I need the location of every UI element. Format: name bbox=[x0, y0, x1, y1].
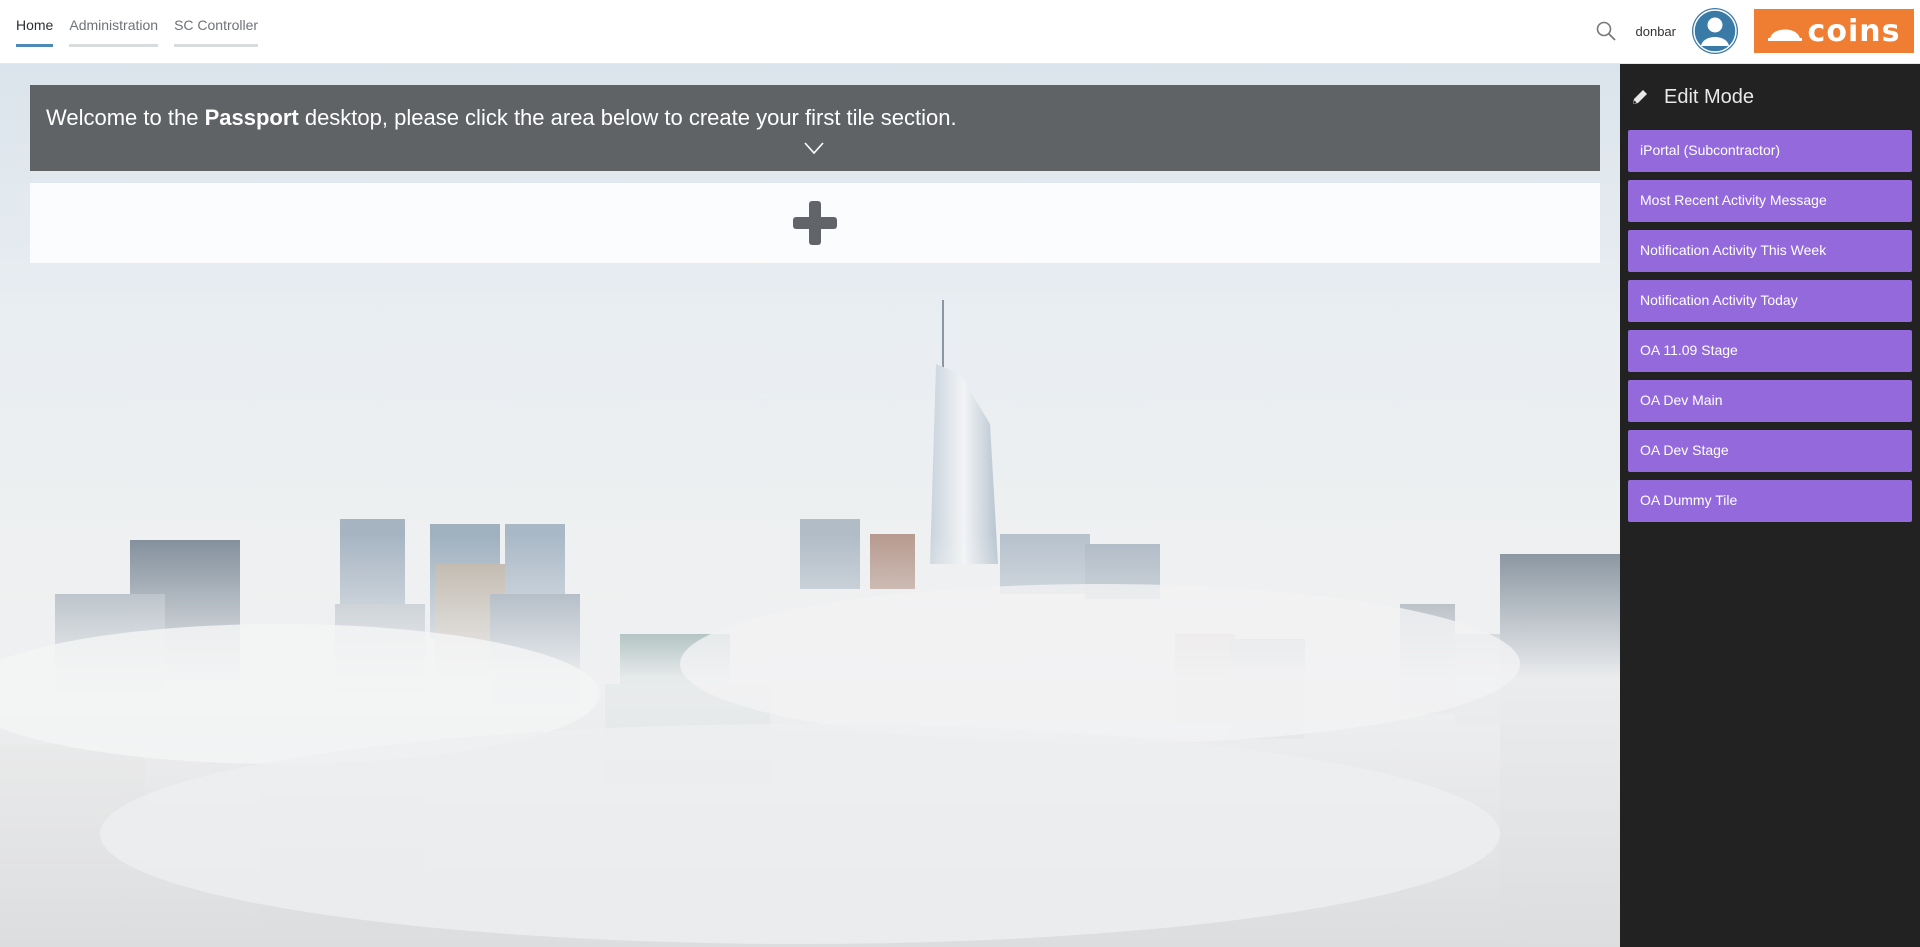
welcome-brand: Passport bbox=[204, 105, 299, 130]
username[interactable]: donbar bbox=[1636, 24, 1676, 39]
tab-administration[interactable]: Administration bbox=[69, 0, 159, 47]
search-icon[interactable] bbox=[1594, 19, 1618, 43]
plus-icon bbox=[793, 201, 837, 245]
edit-mode-title: Edit Mode bbox=[1664, 85, 1755, 108]
tab-sc-controller[interactable]: SC Controller bbox=[174, 0, 259, 47]
tile-oa-dev-main[interactable]: OA Dev Main bbox=[1628, 380, 1912, 422]
main-nav: Home Administration SC Controller bbox=[16, 0, 259, 64]
tile-most-recent-activity-message[interactable]: Most Recent Activity Message bbox=[1628, 180, 1912, 222]
tab-home[interactable]: Home bbox=[16, 0, 54, 47]
available-tiles-list: iPortal (Subcontractor) Most Recent Acti… bbox=[1628, 130, 1912, 530]
desktop-area: Welcome to the Passport desktop, please … bbox=[0, 64, 1620, 947]
edit-mode-header: Edit Mode bbox=[1630, 82, 1754, 112]
header-actions: donbar coins bbox=[1594, 8, 1914, 54]
welcome-text: Welcome to the Passport desktop, please … bbox=[46, 105, 957, 131]
tile-notification-activity-this-week[interactable]: Notification Activity This Week bbox=[1628, 230, 1912, 272]
tile-oa-dummy-tile[interactable]: OA Dummy Tile bbox=[1628, 480, 1912, 522]
welcome-prefix: Welcome to the bbox=[46, 105, 205, 130]
welcome-suffix: desktop, please click the area below to … bbox=[298, 105, 957, 130]
add-tile-section-area[interactable] bbox=[30, 183, 1600, 263]
edit-mode-panel: Edit Mode iPortal (Subcontractor) Most R… bbox=[1620, 64, 1920, 947]
coins-logo[interactable]: coins bbox=[1754, 9, 1914, 53]
top-bar: Home Administration SC Controller donbar… bbox=[0, 0, 1920, 64]
tile-notification-activity-today[interactable]: Notification Activity Today bbox=[1628, 280, 1912, 322]
hardhat-icon bbox=[1767, 29, 1802, 41]
tile-oa-dev-stage[interactable]: OA Dev Stage bbox=[1628, 430, 1912, 472]
logo-text: coins bbox=[1807, 13, 1901, 49]
chevron-down-icon[interactable] bbox=[803, 141, 825, 155]
pencil-icon bbox=[1633, 90, 1647, 104]
welcome-banner: Welcome to the Passport desktop, please … bbox=[30, 85, 1600, 171]
tile-iportal-subcontractor[interactable]: iPortal (Subcontractor) bbox=[1628, 130, 1912, 172]
tile-oa-1109-stage[interactable]: OA 11.09 Stage bbox=[1628, 330, 1912, 372]
user-avatar-icon[interactable] bbox=[1692, 8, 1738, 54]
